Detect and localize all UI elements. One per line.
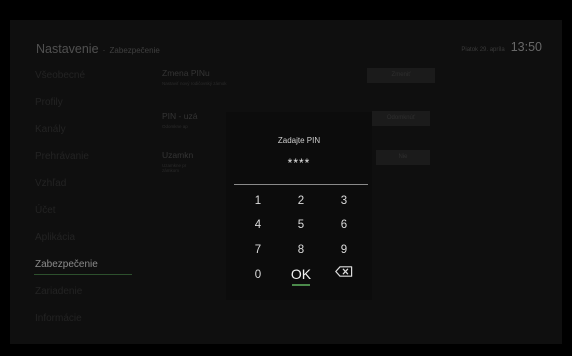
pin-dialog: Zadajte PIN **** 1 2 3 4 5 6 7 8 9 0 OK xyxy=(226,112,372,300)
key-8[interactable]: 8 xyxy=(283,239,319,261)
key-1[interactable]: 1 xyxy=(240,190,276,212)
key-4[interactable]: 4 xyxy=(240,214,276,236)
backspace-icon xyxy=(335,263,353,285)
key-9[interactable]: 9 xyxy=(326,239,362,261)
ok-button[interactable]: OK xyxy=(283,263,319,286)
key-0[interactable]: 0 xyxy=(240,264,276,286)
screen: Nastavenie · Zabezpečenie Piatok 29. apr… xyxy=(0,0,572,356)
key-2[interactable]: 2 xyxy=(283,190,319,212)
pin-underline xyxy=(234,184,368,185)
key-3[interactable]: 3 xyxy=(326,190,362,212)
key-6[interactable]: 6 xyxy=(326,214,362,236)
pin-input[interactable]: **** xyxy=(226,156,372,170)
settings-screen: Nastavenie · Zabezpečenie Piatok 29. apr… xyxy=(10,20,562,344)
key-5[interactable]: 5 xyxy=(283,214,319,236)
dialog-title: Zadajte PIN xyxy=(277,136,321,145)
key-7[interactable]: 7 xyxy=(240,239,276,261)
backspace-button[interactable] xyxy=(326,264,362,286)
